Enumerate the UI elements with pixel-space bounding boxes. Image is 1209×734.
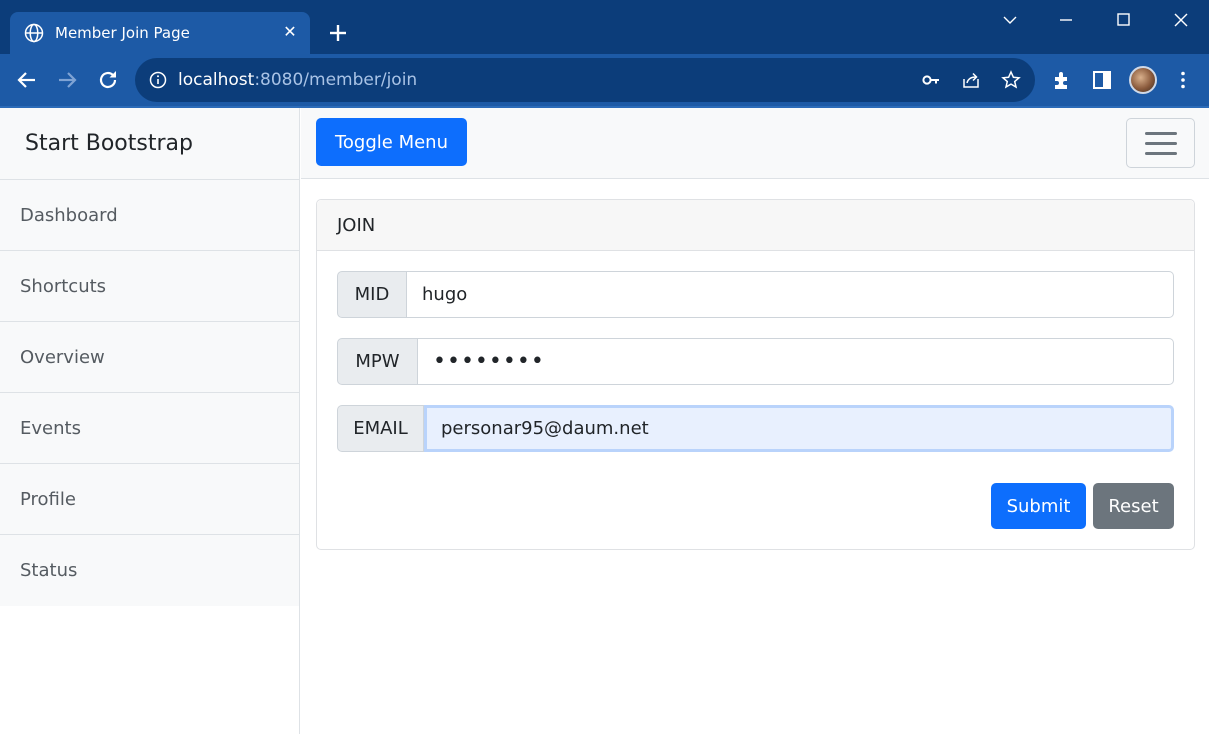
reload-icon[interactable]: [96, 68, 120, 92]
sidebar-item-dashboard[interactable]: Dashboard: [0, 180, 299, 251]
sidebar-item-status[interactable]: Status: [0, 535, 299, 606]
email-input-group: EMAIL: [337, 405, 1174, 452]
key-icon[interactable]: [921, 70, 941, 90]
browser-tab[interactable]: Member Join Page ✕: [10, 12, 310, 54]
hamburger-bar: [1145, 142, 1177, 145]
close-icon[interactable]: ✕: [280, 22, 300, 42]
info-icon[interactable]: [149, 71, 167, 89]
sidebar: Start Bootstrap Dashboard Shortcuts Over…: [0, 108, 300, 734]
sidebar-heading: Start Bootstrap: [0, 108, 299, 180]
plus-icon[interactable]: [325, 20, 351, 46]
sidebar-item-shortcuts[interactable]: Shortcuts: [0, 251, 299, 322]
share-icon[interactable]: [961, 70, 981, 90]
tab-title: Member Join Page: [55, 24, 190, 42]
forward-icon[interactable]: [55, 68, 79, 92]
hamburger-bar: [1145, 152, 1177, 155]
chevron-down-icon[interactable]: [997, 8, 1023, 32]
address-bar[interactable]: localhost:8080/member/join: [135, 58, 1035, 102]
toggle-menu-button[interactable]: Toggle Menu: [316, 118, 467, 166]
url-text[interactable]: localhost:8080/member/join: [178, 70, 417, 90]
submit-button[interactable]: Submit: [991, 483, 1086, 529]
email-label: EMAIL: [337, 405, 424, 452]
globe-icon: [24, 23, 44, 43]
sidebar-item-events[interactable]: Events: [0, 393, 299, 464]
reset-button[interactable]: Reset: [1093, 483, 1174, 529]
mid-input-group: MID: [337, 271, 1174, 318]
sidebar-item-profile[interactable]: Profile: [0, 464, 299, 535]
sidebar-item-overview[interactable]: Overview: [0, 322, 299, 393]
star-icon[interactable]: [1001, 70, 1021, 90]
mpw-input[interactable]: [418, 338, 1174, 385]
hamburger-icon[interactable]: [1126, 118, 1195, 168]
email-input[interactable]: [424, 405, 1174, 452]
kebab-menu-icon[interactable]: [1172, 69, 1194, 91]
join-card: JOIN MID MPW EMAIL Submit Reset: [316, 199, 1195, 550]
hamburger-bar: [1145, 132, 1177, 135]
mid-label: MID: [337, 271, 407, 318]
window-close-icon[interactable]: [1168, 8, 1194, 32]
card-header: JOIN: [317, 200, 1194, 251]
url-host: localhost: [178, 70, 255, 90]
maximize-icon[interactable]: [1110, 8, 1136, 32]
minimize-icon[interactable]: [1053, 8, 1079, 32]
browser-toolbar: localhost:8080/member/join: [0, 54, 1209, 106]
url-path: :8080/member/join: [254, 70, 418, 90]
avatar[interactable]: [1129, 66, 1157, 94]
browser-tabstrip: Member Join Page ✕: [0, 0, 1209, 54]
side-panel-icon[interactable]: [1091, 69, 1113, 91]
extensions-icon[interactable]: [1051, 69, 1073, 91]
mpw-input-group: MPW: [337, 338, 1174, 385]
top-navbar: Toggle Menu: [301, 108, 1209, 179]
mid-input[interactable]: [407, 271, 1174, 318]
back-icon[interactable]: [15, 68, 39, 92]
mpw-label: MPW: [337, 338, 418, 385]
